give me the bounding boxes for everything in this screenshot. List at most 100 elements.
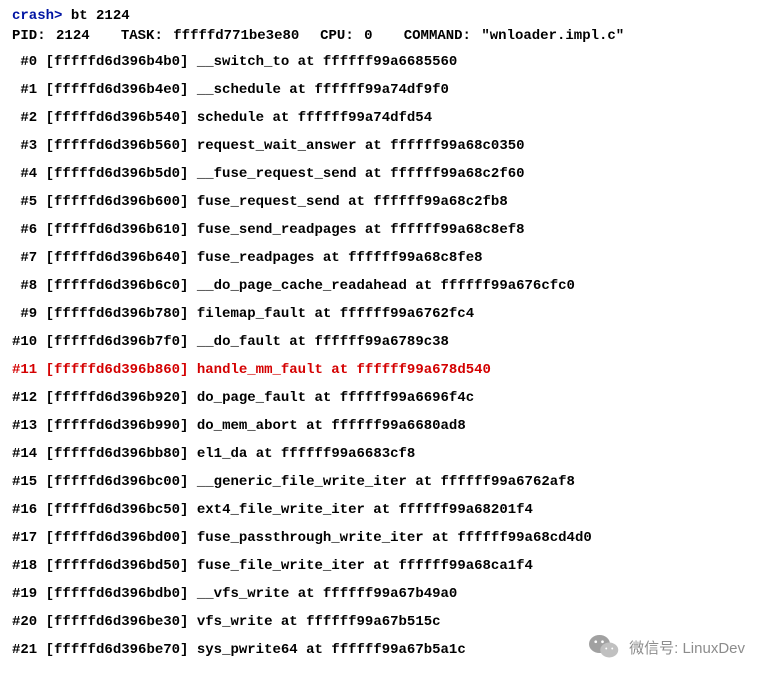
frame-number: #7 xyxy=(20,250,37,266)
frame-address: ffffff99a68c8fe8 xyxy=(348,250,482,266)
frame-number: #12 xyxy=(12,390,37,406)
frame-stack-pointer: [fffffd6d396be30] xyxy=(46,614,189,630)
frame-function: vfs_write xyxy=(197,614,273,630)
frame-at: at xyxy=(306,418,323,434)
frame-number: #16 xyxy=(12,502,37,518)
frame-at: at xyxy=(298,54,315,70)
process-header: PID: 2124 TASK: fffffd771be3e80 CPU: 0 C… xyxy=(12,28,751,44)
frame-function: sys_pwrite64 xyxy=(197,642,298,658)
frame-number: #13 xyxy=(12,418,37,434)
frame-function: fuse_readpages xyxy=(197,250,315,266)
task-value: fffffd771be3e80 xyxy=(173,28,299,44)
frame-at: at xyxy=(314,306,331,322)
command-label: COMMAND: xyxy=(404,28,471,44)
frame-number: #5 xyxy=(20,194,37,210)
stack-frame: #9 [fffffd6d396b780] filemap_fault at ff… xyxy=(12,306,751,322)
frame-at: at xyxy=(289,334,306,350)
crash-prompt-label: crash> xyxy=(12,8,62,24)
stack-frame: #4 [fffffd6d396b5d0] __fuse_request_send… xyxy=(12,166,751,182)
frame-number: #2 xyxy=(20,110,37,126)
stack-frame: #19 [fffffd6d396bdb0] __vfs_write at fff… xyxy=(12,586,751,602)
stack-frame: #16 [fffffd6d396bc50] ext4_file_write_it… xyxy=(12,502,751,518)
watermark-handle: LinuxDev xyxy=(682,640,745,657)
frame-function: __switch_to xyxy=(197,54,289,70)
stack-frame: #0 [fffffd6d396b4b0] __switch_to at ffff… xyxy=(12,54,751,70)
frame-number: #8 xyxy=(20,278,37,294)
frame-at: at xyxy=(365,222,382,238)
frame-stack-pointer: [fffffd6d396bd00] xyxy=(46,530,189,546)
frame-stack-pointer: [fffffd6d396bb80] xyxy=(46,446,189,462)
frame-function: fuse_file_write_iter xyxy=(197,558,365,574)
stack-frame: #5 [fffffd6d396b600] fuse_request_send a… xyxy=(12,194,751,210)
frame-number: #15 xyxy=(12,474,37,490)
frame-address: ffffff99a68cd4d0 xyxy=(457,530,591,546)
frame-stack-pointer: [fffffd6d396b860] xyxy=(46,362,189,378)
frame-stack-pointer: [fffffd6d396bdb0] xyxy=(46,586,189,602)
frame-at: at xyxy=(306,642,323,658)
stack-frame: #10 [fffffd6d396b7f0] __do_fault at ffff… xyxy=(12,334,751,350)
frame-at: at xyxy=(415,278,432,294)
backtrace-list: #0 [fffffd6d396b4b0] __switch_to at ffff… xyxy=(12,54,751,658)
frame-number: #18 xyxy=(12,558,37,574)
frame-function: __fuse_request_send xyxy=(197,166,357,182)
frame-at: at xyxy=(289,82,306,98)
frame-number: #0 xyxy=(20,54,37,70)
frame-address: ffffff99a67b49a0 xyxy=(323,586,457,602)
stack-frame: #2 [fffffd6d396b540] schedule at ffffff9… xyxy=(12,110,751,126)
frame-at: at xyxy=(323,250,340,266)
frame-at: at xyxy=(256,446,273,462)
stack-frame: #15 [fffffd6d396bc00] __generic_file_wri… xyxy=(12,474,751,490)
crash-prompt-line: crash> bt 2124 xyxy=(12,8,751,24)
pid-label: PID: xyxy=(12,28,46,44)
stack-frame: #8 [fffffd6d396b6c0] __do_page_cache_rea… xyxy=(12,278,751,294)
frame-address: ffffff99a6696f4c xyxy=(340,390,474,406)
frame-number: #19 xyxy=(12,586,37,602)
frame-stack-pointer: [fffffd6d396b990] xyxy=(46,418,189,434)
stack-frame: #7 [fffffd6d396b640] fuse_readpages at f… xyxy=(12,250,751,266)
frame-number: #21 xyxy=(12,642,37,658)
frame-function: __vfs_write xyxy=(197,586,289,602)
frame-function: ext4_file_write_iter xyxy=(197,502,365,518)
frame-function: fuse_request_send xyxy=(197,194,340,210)
frame-address: ffffff99a6762af8 xyxy=(441,474,575,490)
frame-function: __schedule xyxy=(197,82,281,98)
frame-number: #17 xyxy=(12,530,37,546)
frame-function: handle_mm_fault xyxy=(197,362,323,378)
frame-function: do_mem_abort xyxy=(197,418,298,434)
frame-at: at xyxy=(281,614,298,630)
frame-address: ffffff99a6762fc4 xyxy=(340,306,474,322)
frame-address: ffffff99a68c2fb8 xyxy=(373,194,507,210)
command-value: "wnloader.impl.c" xyxy=(481,28,624,44)
frame-function: do_page_fault xyxy=(197,390,306,406)
frame-number: #6 xyxy=(20,222,37,238)
stack-frame: #12 [fffffd6d396b920] do_page_fault at f… xyxy=(12,390,751,406)
frame-number: #20 xyxy=(12,614,37,630)
frame-address: ffffff99a6789c38 xyxy=(315,334,449,350)
frame-at: at xyxy=(314,390,331,406)
stack-frame: #6 [fffffd6d396b610] fuse_send_readpages… xyxy=(12,222,751,238)
frame-number: #9 xyxy=(20,306,37,322)
frame-at: at xyxy=(432,530,449,546)
frame-number: #11 xyxy=(12,362,37,378)
stack-frame: #17 [fffffd6d396bd00] fuse_passthrough_w… xyxy=(12,530,751,546)
crash-command[interactable]: bt 2124 xyxy=(71,8,130,24)
frame-stack-pointer: [fffffd6d396b7f0] xyxy=(46,334,189,350)
stack-frame: #1 [fffffd6d396b4e0] __schedule at fffff… xyxy=(12,82,751,98)
frame-address: ffffff99a678d540 xyxy=(357,362,491,378)
wechat-watermark: 微信号: LinuxDev xyxy=(589,634,745,660)
frame-function: request_wait_answer xyxy=(197,138,357,154)
frame-stack-pointer: [fffffd6d396b560] xyxy=(46,138,189,154)
frame-at: at xyxy=(415,474,432,490)
frame-at: at xyxy=(365,138,382,154)
frame-function: fuse_passthrough_write_iter xyxy=(197,530,424,546)
frame-number: #14 xyxy=(12,446,37,462)
frame-stack-pointer: [fffffd6d396bd50] xyxy=(46,558,189,574)
frame-stack-pointer: [fffffd6d396b780] xyxy=(46,306,189,322)
frame-at: at xyxy=(348,194,365,210)
frame-function: schedule xyxy=(197,110,264,126)
frame-number: #4 xyxy=(20,166,37,182)
frame-function: el1_da xyxy=(197,446,247,462)
frame-address: ffffff99a67b5a1c xyxy=(331,642,465,658)
stack-frame: #3 [fffffd6d396b560] request_wait_answer… xyxy=(12,138,751,154)
frame-address: ffffff99a67b515c xyxy=(306,614,440,630)
